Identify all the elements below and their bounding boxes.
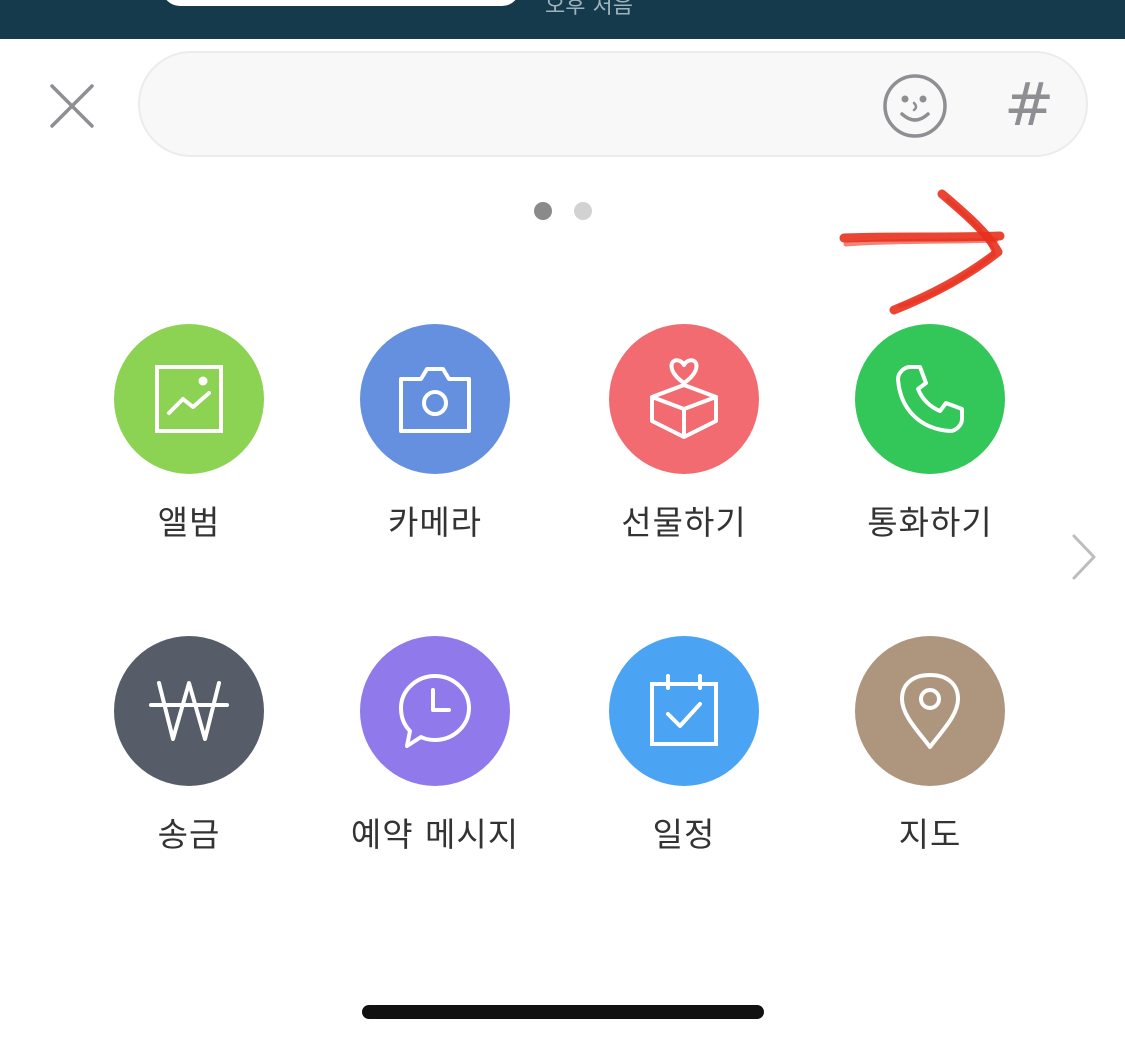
menu-item-album[interactable]: 앨범: [69, 324, 309, 554]
close-icon: [50, 84, 94, 128]
page-dot-active[interactable]: [534, 202, 552, 220]
home-indicator[interactable]: [362, 1005, 764, 1019]
map-circle: [855, 636, 1005, 786]
top-search-pill[interactable]: [162, 0, 520, 6]
menu-item-schedule[interactable]: 일정: [564, 636, 804, 866]
menu-item-label: 앨범: [157, 503, 221, 542]
call-circle: [855, 324, 1005, 474]
red-arrow-annotation-icon: [839, 189, 1005, 315]
emoji-button[interactable]: [882, 73, 948, 139]
menu-item-label: 예약 메시지: [350, 815, 520, 854]
top-bar: 오후 처음: [0, 0, 1125, 39]
gift-box-icon: [650, 358, 718, 439]
top-bar-text: 오후 처음: [545, 0, 633, 19]
transfer-circle: [114, 636, 264, 786]
calendar-check-icon: [650, 674, 718, 746]
close-button[interactable]: [44, 78, 100, 134]
image-icon: [155, 365, 223, 433]
menu-item-map[interactable]: 지도: [810, 636, 1050, 866]
menu-item-label: 카메라: [387, 503, 483, 542]
emoji-icon: [883, 74, 947, 138]
chevron-right-icon[interactable]: [1066, 532, 1100, 582]
clock-message-icon: [399, 674, 471, 748]
message-input-bar: #: [138, 51, 1088, 157]
menu-item-label: 송금: [157, 815, 221, 854]
phone-icon: [896, 365, 964, 433]
menu-item-label: 지도: [898, 815, 962, 854]
page-dot-inactive[interactable]: [574, 202, 592, 220]
scheduled-message-circle: [360, 636, 510, 786]
menu-item-gift[interactable]: 선물하기: [564, 324, 804, 554]
camera-circle: [360, 324, 510, 474]
menu-item-label: 일정: [652, 815, 716, 854]
menu-item-label: 선물하기: [621, 503, 747, 542]
hashtag-button[interactable]: #: [1004, 75, 1054, 135]
menu-item-camera[interactable]: 카메라: [315, 324, 555, 554]
menu-item-transfer[interactable]: 송금: [69, 636, 309, 866]
menu-item-label: 통화하기: [867, 503, 993, 542]
map-pin-icon: [900, 673, 960, 749]
message-input[interactable]: [174, 79, 868, 131]
album-circle: [114, 324, 264, 474]
menu-item-scheduled-message[interactable]: 예약 메시지: [315, 636, 555, 866]
won-icon: [149, 681, 229, 741]
menu-item-call[interactable]: 통화하기: [810, 324, 1050, 554]
gift-circle: [609, 324, 759, 474]
camera-icon: [399, 367, 471, 433]
schedule-circle: [609, 636, 759, 786]
